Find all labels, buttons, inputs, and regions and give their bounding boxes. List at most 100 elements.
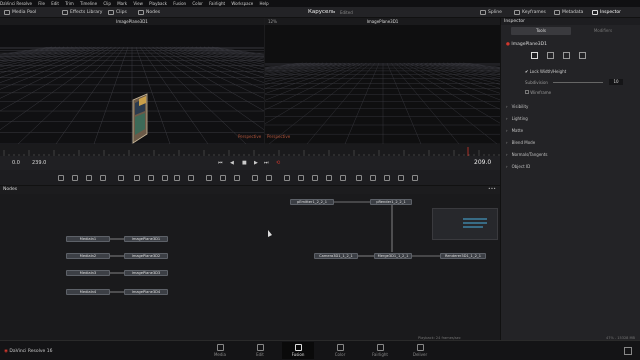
loop-icon[interactable]: ⟲ (276, 156, 280, 170)
camera-tool-icon[interactable] (188, 175, 194, 181)
metadata-button[interactable]: Metadata (554, 7, 583, 18)
menu-color[interactable]: Color (192, 1, 202, 6)
page-fusion[interactable]: Fusion (282, 342, 314, 359)
menu-file[interactable]: File (38, 1, 45, 6)
menu-workspace[interactable]: Workspace (231, 1, 253, 6)
inspector-button[interactable]: Inspector (592, 7, 621, 18)
renderer-tool-icon[interactable] (174, 175, 180, 181)
menu-fairlight[interactable]: Fairlight (209, 1, 225, 6)
start-frame[interactable]: 0.0 (12, 156, 20, 170)
light-tool-icon[interactable] (206, 175, 212, 181)
wireframe-row[interactable]: Wireframe (525, 90, 551, 95)
stop-icon[interactable]: ■ (242, 156, 247, 170)
page-edit[interactable]: Edit (244, 344, 276, 357)
page-media[interactable]: Media (204, 344, 236, 357)
tab-tools[interactable]: Tools (511, 27, 571, 35)
resize-tool-icon[interactable] (340, 175, 346, 181)
mask-polygon-tool-icon[interactable] (252, 175, 258, 181)
transform-tab-icon[interactable] (563, 52, 570, 59)
subdivision-slider[interactable] (553, 82, 603, 83)
tracker-tool-icon[interactable] (356, 175, 362, 181)
nodes-button[interactable]: Nodes (138, 7, 160, 18)
section-normals[interactable]: Normals/Tangents (506, 152, 548, 157)
keyframes-button[interactable]: Keyframes (514, 7, 546, 18)
controls-tab-icon[interactable] (531, 52, 538, 59)
mask-ellipse-tool-icon[interactable] (234, 175, 240, 181)
spline-button[interactable]: Spline (480, 7, 502, 18)
menu-trim[interactable]: Trim (65, 1, 74, 6)
mask-bspline-tool-icon[interactable] (266, 175, 272, 181)
menu-clip[interactable]: Clip (103, 1, 111, 6)
text-tool-icon[interactable] (86, 175, 92, 181)
image-plane-tool-icon[interactable] (118, 175, 124, 181)
node-camera3d[interactable]: Camera3D1_1_2_1 (314, 253, 358, 259)
keyer-tool-icon[interactable] (370, 175, 376, 181)
node-imageplane2[interactable]: ImagePlane3D2 (124, 253, 168, 259)
node-mediain2[interactable]: MediaIn2 (66, 253, 110, 259)
wireframe-checkbox[interactable] (525, 90, 529, 94)
section-object-id[interactable]: Object ID (506, 164, 531, 169)
menu-playback[interactable]: Playback (149, 1, 167, 6)
go-to-end-icon[interactable]: ⏭ (264, 156, 269, 170)
menu-mark[interactable]: Mark (117, 1, 127, 6)
background-tool-icon[interactable] (58, 175, 64, 181)
clips-button[interactable]: Clips (108, 7, 127, 18)
node-imageplane4[interactable]: ImagePlane3D4 (124, 289, 168, 295)
menu-edit[interactable]: Edit (51, 1, 59, 6)
menu-view[interactable]: View (133, 1, 143, 6)
glow-tool-icon[interactable] (312, 175, 318, 181)
tab-modifiers[interactable]: Modifiers (573, 27, 633, 35)
left-viewer[interactable]: ImagePlane3D1 Perspective (0, 18, 264, 144)
mask-rect-tool-icon[interactable] (220, 175, 226, 181)
checker-tool-icon[interactable] (412, 175, 418, 181)
section-matte[interactable]: Matte (506, 128, 524, 133)
merge3d-tool-icon[interactable] (162, 175, 168, 181)
play-reverse-icon[interactable]: ◀ (230, 156, 234, 170)
effects-library-button[interactable]: Effects Library (62, 7, 102, 18)
subdivision-value[interactable]: 10 (609, 79, 623, 85)
node-editor[interactable]: pEmitter1_2_2_1 pRender1_2_2_1 MediaIn1 … (0, 194, 500, 340)
paint-tool-icon[interactable] (72, 175, 78, 181)
page-deliver[interactable]: Deliver (404, 344, 436, 357)
color-corrector-tool-icon[interactable] (284, 175, 290, 181)
menu-fusion[interactable]: Fusion (173, 1, 186, 6)
node-prender[interactable]: pRender1_2_2_1 (370, 199, 412, 205)
node-mediain3[interactable]: MediaIn3 (66, 270, 110, 276)
particles-tool-icon[interactable] (100, 175, 106, 181)
time-ruler[interactable] (0, 144, 500, 159)
node-mediain4[interactable]: MediaIn4 (66, 289, 110, 295)
node-merge3d[interactable]: Merge3D1_1_2_1 (374, 253, 412, 259)
lock-size-row[interactable]: ✔ Lock Width/Height (525, 69, 566, 74)
current-frame[interactable]: 209.0 (474, 156, 491, 170)
media-pool-button[interactable]: Media Pool (4, 7, 36, 18)
page-fairlight[interactable]: Fairlight (364, 344, 396, 357)
menu-help[interactable]: Help (260, 1, 269, 6)
merge-tool-icon[interactable] (148, 175, 154, 181)
settings-tab-icon[interactable] (579, 52, 586, 59)
end-frame[interactable]: 239.0 (32, 156, 46, 170)
spline-tool-icon[interactable] (398, 175, 404, 181)
section-blend-mode[interactable]: Blend Mode (506, 140, 536, 145)
blur-tool-icon[interactable] (298, 175, 304, 181)
node-imageplane3[interactable]: ImagePlane3D3 (124, 270, 168, 276)
menu-app[interactable]: DaVinci Resolve (0, 1, 32, 6)
right-viewer[interactable]: 12% ImagePlane3D1 Perspective (265, 18, 500, 144)
node-renderer3d[interactable]: Renderer3D1_1_2_1 (440, 253, 486, 259)
shape3d-tool-icon[interactable] (134, 175, 140, 181)
node-imageplane1[interactable]: ImagePlane3D1 (124, 236, 168, 242)
lock-checkbox[interactable]: ✔ (525, 69, 528, 74)
page-color[interactable]: Color (324, 344, 356, 357)
home-icon[interactable] (624, 347, 632, 355)
zoom-level[interactable]: 12% (268, 18, 277, 25)
section-lighting[interactable]: Lighting (506, 116, 528, 121)
node-pemitter[interactable]: pEmitter1_2_2_1 (290, 199, 334, 205)
transform-tool-icon[interactable] (326, 175, 332, 181)
menu-timeline[interactable]: Timeline (80, 1, 97, 6)
go-to-start-icon[interactable]: ⏮ (218, 156, 223, 170)
materials-tab-icon[interactable] (547, 52, 554, 59)
play-icon[interactable]: ▶ (254, 156, 258, 170)
node-mediain1[interactable]: MediaIn1 (66, 236, 110, 242)
nodes-options-icon[interactable]: ••• (488, 186, 496, 194)
grid-tool-icon[interactable] (384, 175, 390, 181)
section-visibility[interactable]: Visibility (506, 104, 529, 109)
